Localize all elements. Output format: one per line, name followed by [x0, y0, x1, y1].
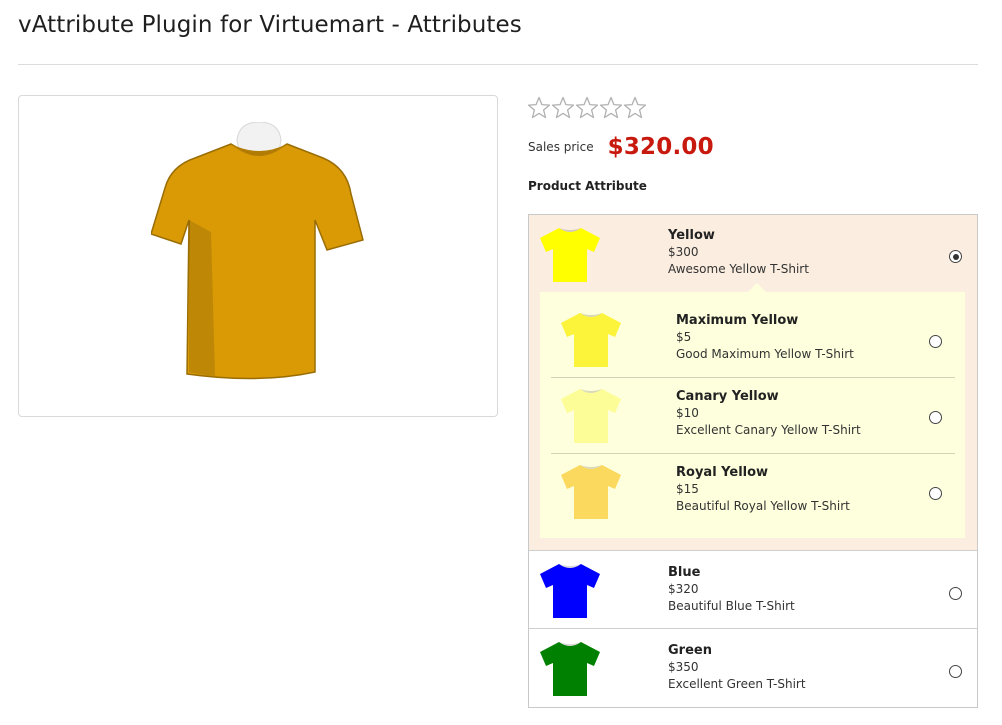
attribute-option-green[interactable]: Green $350 Excellent Green T-Shirt	[529, 628, 977, 706]
attribute-description: Awesome Yellow T-Shirt	[668, 262, 809, 276]
tshirt-thumbnail-icon	[561, 313, 621, 367]
sub-attribute-description: Excellent Canary Yellow T-Shirt	[676, 423, 861, 437]
sub-attribute-name: Canary Yellow	[676, 389, 779, 404]
sub-attribute-radio-royal-yellow[interactable]	[929, 487, 942, 500]
tshirt-thumbnail-icon	[540, 642, 600, 696]
attribute-price: $350	[668, 660, 699, 674]
attribute-option-yellow[interactable]: Yellow $300 Awesome Yellow T-Shirt Maxim…	[529, 215, 977, 550]
tshirt-shape	[561, 465, 621, 519]
page-title: vAttribute Plugin for Virtuemart - Attri…	[18, 12, 522, 38]
star-outline-icon[interactable]	[575, 96, 599, 120]
tshirt-thumbnail-icon	[540, 564, 600, 618]
sub-panel-pointer	[748, 283, 766, 292]
attribute-name: Yellow	[668, 228, 715, 243]
sub-attribute-radio-canary-yellow[interactable]	[929, 411, 942, 424]
sub-attribute-price: $10	[676, 406, 699, 420]
tshirt-thumbnail-icon	[561, 465, 621, 519]
product-image-frame[interactable]	[18, 95, 498, 417]
attribute-price: $300	[668, 245, 699, 259]
star-outline-icon[interactable]	[599, 96, 623, 120]
title-divider	[18, 64, 978, 65]
tshirt-shape	[561, 389, 621, 443]
rating-stars[interactable]	[527, 96, 647, 120]
sub-attribute-name: Maximum Yellow	[676, 313, 799, 328]
attribute-option-blue[interactable]: Blue $320 Beautiful Blue T-Shirt	[529, 550, 977, 628]
attribute-description: Beautiful Blue T-Shirt	[668, 599, 795, 613]
shirt-body	[151, 143, 364, 380]
attribute-name: Green	[668, 643, 712, 658]
sub-attribute-description: Beautiful Royal Yellow T-Shirt	[676, 499, 850, 513]
star-outline-icon[interactable]	[623, 96, 647, 120]
tshirt-shape	[540, 642, 600, 696]
attribute-radio-yellow[interactable]	[949, 250, 962, 263]
sub-attribute-option-maximum-yellow[interactable]: Maximum Yellow $5 Good Maximum Yellow T-…	[540, 302, 965, 378]
sub-attribute-price: $5	[676, 330, 692, 344]
tshirt-shape	[540, 228, 600, 282]
product-image	[151, 122, 364, 380]
sales-price-value: $320.00	[607, 134, 714, 160]
product-attribute-label: Product Attribute	[528, 179, 647, 193]
mannequin-neck	[236, 122, 282, 153]
attribute-price: $320	[668, 582, 699, 596]
shirt-shadow	[189, 220, 215, 376]
attribute-list: Yellow $300 Awesome Yellow T-Shirt Maxim…	[528, 214, 978, 708]
sub-attribute-option-canary-yellow[interactable]: Canary Yellow $10 Excellent Canary Yello…	[540, 378, 965, 454]
tshirt-shape	[540, 564, 600, 618]
sales-price-label: Sales price	[528, 140, 594, 154]
sub-attribute-radio-maximum-yellow[interactable]	[929, 335, 942, 348]
attribute-radio-blue[interactable]	[949, 587, 962, 600]
attribute-radio-green[interactable]	[949, 665, 962, 678]
star-outline-icon[interactable]	[551, 96, 575, 120]
tshirt-shape	[561, 313, 621, 367]
sub-attribute-name: Royal Yellow	[676, 465, 769, 480]
sub-attribute-description: Good Maximum Yellow T-Shirt	[676, 347, 854, 361]
attribute-description: Excellent Green T-Shirt	[668, 677, 806, 691]
sub-attribute-price: $15	[676, 482, 699, 496]
price-row: Sales price $320.00	[528, 133, 714, 161]
sub-attribute-option-royal-yellow[interactable]: Royal Yellow $15 Beautiful Royal Yellow …	[540, 454, 965, 530]
attribute-name: Blue	[668, 565, 701, 580]
tshirt-thumbnail-icon	[540, 228, 600, 282]
tshirt-thumbnail-icon	[561, 389, 621, 443]
sub-attribute-panel: Maximum Yellow $5 Good Maximum Yellow T-…	[540, 292, 965, 538]
star-outline-icon[interactable]	[527, 96, 551, 120]
